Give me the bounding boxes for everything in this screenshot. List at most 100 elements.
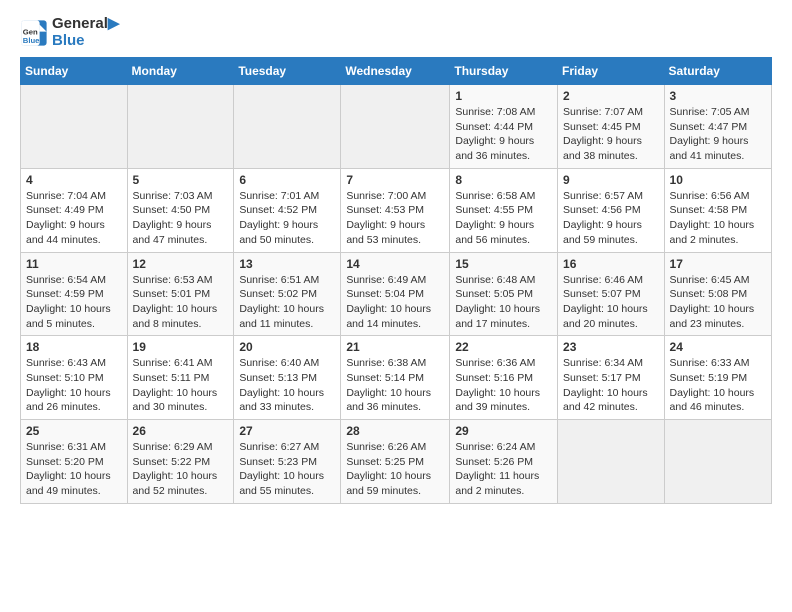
calendar-cell: 11 Sunrise: 6:54 AM Sunset: 4:59 PM Dayli… bbox=[21, 252, 128, 336]
day-info: Sunrise: 6:29 AM Sunset: 5:22 PM Dayligh… bbox=[133, 440, 229, 499]
calendar-table: SundayMondayTuesdayWednesdayThursdayFrid… bbox=[20, 57, 772, 504]
day-number: 26 bbox=[133, 424, 229, 438]
calendar-cell: 28 Sunrise: 6:26 AM Sunset: 5:25 PM Dayli… bbox=[341, 420, 450, 504]
day-number: 27 bbox=[239, 424, 335, 438]
calendar-cell: 16 Sunrise: 6:46 AM Sunset: 5:07 PM Dayli… bbox=[558, 252, 665, 336]
day-info: Sunrise: 7:08 AM Sunset: 4:44 PM Dayligh… bbox=[455, 105, 552, 164]
day-info: Sunrise: 6:51 AM Sunset: 5:02 PM Dayligh… bbox=[239, 273, 335, 332]
day-info: Sunrise: 6:54 AM Sunset: 4:59 PM Dayligh… bbox=[26, 273, 122, 332]
calendar-header-thursday: Thursday bbox=[450, 58, 558, 85]
day-info: Sunrise: 6:49 AM Sunset: 5:04 PM Dayligh… bbox=[346, 273, 444, 332]
calendar-cell: 15Sunrise: 6:48 AM Sunset: 5:05 PM Dayli… bbox=[450, 252, 558, 336]
day-info: Sunrise: 6:26 AM Sunset: 5:25 PM Dayligh… bbox=[346, 440, 444, 499]
calendar-week-2: 4 Sunrise: 7:04 AM Sunset: 4:49 PM Daylig… bbox=[21, 168, 772, 252]
day-info: Sunrise: 6:24 AM Sunset: 5:26 PM Dayligh… bbox=[455, 440, 552, 499]
calendar-cell: 1 Sunrise: 7:08 AM Sunset: 4:44 PM Daylig… bbox=[450, 85, 558, 169]
logo-text: General▶ Blue bbox=[52, 16, 119, 49]
day-number: 18 bbox=[26, 340, 122, 354]
calendar-cell: 29 Sunrise: 6:24 AM Sunset: 5:26 PM Dayli… bbox=[450, 420, 558, 504]
day-info: Sunrise: 6:31 AM Sunset: 5:20 PM Dayligh… bbox=[26, 440, 122, 499]
logo: Gen Blue General▶ Blue bbox=[20, 16, 119, 49]
day-info: Sunrise: 6:57 AM Sunset: 4:56 PM Dayligh… bbox=[563, 189, 659, 248]
calendar-cell bbox=[664, 420, 771, 504]
day-number: 19 bbox=[133, 340, 229, 354]
day-number: 10 bbox=[670, 173, 766, 187]
day-number: 29 bbox=[455, 424, 552, 438]
calendar-header-friday: Friday bbox=[558, 58, 665, 85]
day-number: 12 bbox=[133, 257, 229, 271]
day-number: 22 bbox=[455, 340, 552, 354]
day-number: 1 bbox=[455, 89, 552, 103]
calendar-cell: 3 Sunrise: 7:05 AM Sunset: 4:47 PM Daylig… bbox=[664, 85, 771, 169]
calendar-cell: 26 Sunrise: 6:29 AM Sunset: 5:22 PM Dayli… bbox=[127, 420, 234, 504]
day-number: 5 bbox=[133, 173, 229, 187]
day-number: 3 bbox=[670, 89, 766, 103]
day-info: Sunrise: 7:03 AM Sunset: 4:50 PM Dayligh… bbox=[133, 189, 229, 248]
day-number: 2 bbox=[563, 89, 659, 103]
calendar-header-monday: Monday bbox=[127, 58, 234, 85]
day-info: Sunrise: 6:33 AM Sunset: 5:19 PM Dayligh… bbox=[670, 356, 766, 415]
day-number: 17 bbox=[670, 257, 766, 271]
calendar-cell: 17 Sunrise: 6:45 AM Sunset: 5:08 PM Dayli… bbox=[664, 252, 771, 336]
calendar-cell: 27 Sunrise: 6:27 AM Sunset: 5:23 PM Dayli… bbox=[234, 420, 341, 504]
day-info: Sunrise: 6:43 AM Sunset: 5:10 PM Dayligh… bbox=[26, 356, 122, 415]
svg-text:Gen: Gen bbox=[23, 27, 38, 36]
calendar-cell bbox=[341, 85, 450, 169]
day-number: 25 bbox=[26, 424, 122, 438]
day-number: 6 bbox=[239, 173, 335, 187]
day-number: 4 bbox=[26, 173, 122, 187]
day-info: Sunrise: 7:01 AM Sunset: 4:52 PM Dayligh… bbox=[239, 189, 335, 248]
day-info: Sunrise: 6:40 AM Sunset: 5:13 PM Dayligh… bbox=[239, 356, 335, 415]
day-number: 7 bbox=[346, 173, 444, 187]
calendar-cell: 6 Sunrise: 7:01 AM Sunset: 4:52 PM Daylig… bbox=[234, 168, 341, 252]
day-info: Sunrise: 6:45 AM Sunset: 5:08 PM Dayligh… bbox=[670, 273, 766, 332]
calendar-cell: 18 Sunrise: 6:43 AM Sunset: 5:10 PM Dayli… bbox=[21, 336, 128, 420]
day-info: Sunrise: 6:27 AM Sunset: 5:23 PM Dayligh… bbox=[239, 440, 335, 499]
calendar-cell: 14Sunrise: 6:49 AM Sunset: 5:04 PM Dayli… bbox=[341, 252, 450, 336]
calendar-cell: 23 Sunrise: 6:34 AM Sunset: 5:17 PM Dayli… bbox=[558, 336, 665, 420]
day-info: Sunrise: 7:04 AM Sunset: 4:49 PM Dayligh… bbox=[26, 189, 122, 248]
calendar-cell: 13Sunrise: 6:51 AM Sunset: 5:02 PM Dayli… bbox=[234, 252, 341, 336]
day-number: 28 bbox=[346, 424, 444, 438]
calendar-cell: 4 Sunrise: 7:04 AM Sunset: 4:49 PM Daylig… bbox=[21, 168, 128, 252]
calendar-cell bbox=[558, 420, 665, 504]
calendar-cell: 8Sunrise: 6:58 AM Sunset: 4:55 PM Daylig… bbox=[450, 168, 558, 252]
calendar-cell: 5 Sunrise: 7:03 AM Sunset: 4:50 PM Daylig… bbox=[127, 168, 234, 252]
calendar-header-tuesday: Tuesday bbox=[234, 58, 341, 85]
day-number: 23 bbox=[563, 340, 659, 354]
calendar-cell: 21Sunrise: 6:38 AM Sunset: 5:14 PM Dayli… bbox=[341, 336, 450, 420]
calendar-week-1: 1 Sunrise: 7:08 AM Sunset: 4:44 PM Daylig… bbox=[21, 85, 772, 169]
calendar-cell: 25 Sunrise: 6:31 AM Sunset: 5:20 PM Dayli… bbox=[21, 420, 128, 504]
day-number: 15 bbox=[455, 257, 552, 271]
calendar-cell: 19 Sunrise: 6:41 AM Sunset: 5:11 PM Dayli… bbox=[127, 336, 234, 420]
day-info: Sunrise: 6:34 AM Sunset: 5:17 PM Dayligh… bbox=[563, 356, 659, 415]
svg-text:Blue: Blue bbox=[23, 35, 40, 44]
calendar-cell bbox=[21, 85, 128, 169]
calendar-cell: 10Sunrise: 6:56 AM Sunset: 4:58 PM Dayli… bbox=[664, 168, 771, 252]
day-number: 24 bbox=[670, 340, 766, 354]
day-info: Sunrise: 6:53 AM Sunset: 5:01 PM Dayligh… bbox=[133, 273, 229, 332]
day-info: Sunrise: 6:41 AM Sunset: 5:11 PM Dayligh… bbox=[133, 356, 229, 415]
calendar-cell bbox=[234, 85, 341, 169]
day-info: Sunrise: 7:07 AM Sunset: 4:45 PM Dayligh… bbox=[563, 105, 659, 164]
logo-icon: Gen Blue bbox=[20, 19, 48, 47]
day-number: 21 bbox=[346, 340, 444, 354]
day-number: 11 bbox=[26, 257, 122, 271]
calendar-cell: 2 Sunrise: 7:07 AM Sunset: 4:45 PM Daylig… bbox=[558, 85, 665, 169]
day-number: 9 bbox=[563, 173, 659, 187]
calendar-header-sunday: Sunday bbox=[21, 58, 128, 85]
calendar-cell: 24 Sunrise: 6:33 AM Sunset: 5:19 PM Dayli… bbox=[664, 336, 771, 420]
calendar-cell bbox=[127, 85, 234, 169]
day-info: Sunrise: 6:36 AM Sunset: 5:16 PM Dayligh… bbox=[455, 356, 552, 415]
day-info: Sunrise: 6:46 AM Sunset: 5:07 PM Dayligh… bbox=[563, 273, 659, 332]
calendar-week-4: 18 Sunrise: 6:43 AM Sunset: 5:10 PM Dayli… bbox=[21, 336, 772, 420]
calendar-cell: 12 Sunrise: 6:53 AM Sunset: 5:01 PM Dayli… bbox=[127, 252, 234, 336]
calendar-cell: 20 Sunrise: 6:40 AM Sunset: 5:13 PM Dayli… bbox=[234, 336, 341, 420]
day-number: 20 bbox=[239, 340, 335, 354]
day-number: 16 bbox=[563, 257, 659, 271]
day-info: Sunrise: 7:05 AM Sunset: 4:47 PM Dayligh… bbox=[670, 105, 766, 164]
calendar-cell: 9 Sunrise: 6:57 AM Sunset: 4:56 PM Daylig… bbox=[558, 168, 665, 252]
page-header: Gen Blue General▶ Blue bbox=[20, 16, 772, 49]
calendar-week-3: 11 Sunrise: 6:54 AM Sunset: 4:59 PM Dayli… bbox=[21, 252, 772, 336]
calendar-week-5: 25 Sunrise: 6:31 AM Sunset: 5:20 PM Dayli… bbox=[21, 420, 772, 504]
